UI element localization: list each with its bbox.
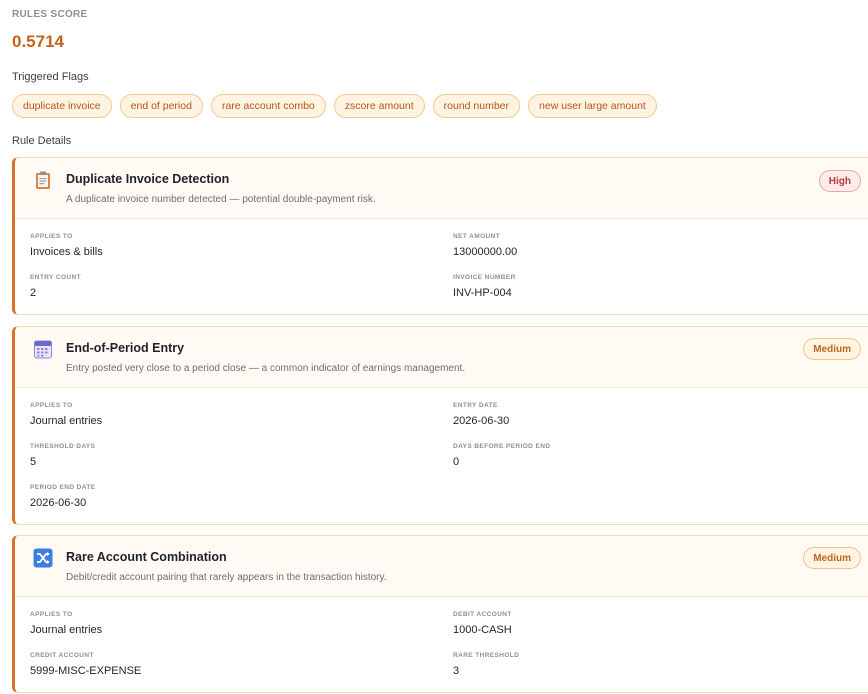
severity-badge: Medium (803, 547, 861, 569)
field-value: Journal entries (30, 415, 103, 427)
severity-badge: Medium (803, 338, 861, 360)
field-value: Invoices & bills (30, 246, 103, 258)
field-label: INVOICE NUMBER (453, 274, 516, 281)
field-label: DAYS BEFORE PERIOD END (453, 443, 551, 450)
field-rare-threshold: RARE THRESHOLD 3 (453, 652, 519, 677)
rule-card-duplicate-invoice: Duplicate Invoice Detection A duplicate … (12, 157, 868, 315)
rule-description: Debit/credit account pairing that rarely… (66, 572, 387, 583)
field-net-amount: NET AMOUNT 13000000.00 (453, 233, 517, 258)
field-label: APPLIES TO (30, 402, 73, 409)
rule-card-header: Duplicate Invoice Detection A duplicate … (15, 158, 868, 219)
field-label: NET AMOUNT (453, 233, 501, 240)
rule-description: Entry posted very close to a period clos… (66, 363, 466, 374)
triggered-flags-list: duplicate invoice end of period rare acc… (12, 94, 657, 118)
rule-title: Rare Account Combination (66, 550, 227, 564)
field-label: APPLIES TO (30, 611, 73, 618)
field-value: 3 (453, 665, 460, 677)
field-label: RARE THRESHOLD (453, 652, 520, 659)
field-debit-account: DEBIT ACCOUNT 1000-CASH (453, 611, 512, 636)
field-label: APPLIES TO (30, 233, 73, 240)
flag-chip-round-number[interactable]: round number (432, 94, 521, 118)
field-label: ENTRY COUNT (30, 274, 81, 281)
field-value: 2026-06-30 (453, 415, 510, 427)
field-applies-to: APPLIES TO Journal entries (30, 402, 102, 427)
severity-badge: High (818, 170, 861, 192)
field-label: THRESHOLD DAYS (30, 443, 96, 450)
field-applies-to: APPLIES TO Invoices & bills (30, 233, 103, 258)
triggered-flags-label: Triggered Flags (12, 71, 89, 83)
field-value: 2 (30, 287, 37, 299)
field-value: 0 (453, 456, 460, 468)
field-period-end-date: PERIOD END DATE 2026-06-30 (30, 484, 95, 509)
field-value: 13000000.00 (453, 246, 518, 258)
clipboard-icon (33, 170, 53, 190)
rule-card-header: End-of-Period Entry Entry posted very cl… (15, 327, 868, 388)
field-entry-count: ENTRY COUNT 2 (30, 274, 81, 299)
rule-description: A duplicate invoice number detected — po… (66, 194, 376, 205)
field-value: 5999-MISC-EXPENSE (30, 665, 142, 677)
field-value: INV-HP-004 (453, 287, 512, 299)
calendar-icon (33, 339, 53, 359)
rule-title: Duplicate Invoice Detection (66, 172, 230, 186)
field-threshold-days: THRESHOLD DAYS 5 (30, 443, 95, 468)
field-value: 2026-06-30 (30, 497, 87, 509)
flag-chip-end-of-period[interactable]: end of period (119, 94, 203, 118)
field-credit-account: CREDIT ACCOUNT 5999-MISC-EXPENSE (30, 652, 141, 677)
shuffle-icon (33, 548, 53, 568)
flag-chip-zscore-amount[interactable]: zscore amount (333, 94, 425, 118)
rule-title: End-of-Period Entry (66, 341, 185, 355)
flag-chip-new-user-large-amount[interactable]: new user large amount (528, 94, 657, 118)
field-invoice-number: INVOICE NUMBER INV-HP-004 (453, 274, 516, 299)
field-label: PERIOD END DATE (30, 484, 96, 491)
field-days-before-period-end: DAYS BEFORE PERIOD END 0 (453, 443, 550, 468)
field-value: Journal entries (30, 624, 103, 636)
field-entry-date: ENTRY DATE 2026-06-30 (453, 402, 509, 427)
rule-details-label: Rule Details (12, 135, 72, 147)
rule-card-header: Rare Account Combination Debit/credit ac… (15, 536, 868, 597)
rule-card-end-of-period: End-of-Period Entry Entry posted very cl… (12, 326, 868, 525)
field-label: ENTRY DATE (453, 402, 498, 409)
rule-card-rare-account-combo: Rare Account Combination Debit/credit ac… (12, 535, 868, 693)
field-applies-to: APPLIES TO Journal entries (30, 611, 102, 636)
field-value: 5 (30, 456, 37, 468)
field-label: DEBIT ACCOUNT (453, 611, 512, 618)
field-label: CREDIT ACCOUNT (30, 652, 94, 659)
rules-score-value: 0.5714 (12, 32, 64, 51)
flag-chip-rare-account-combo[interactable]: rare account combo (210, 94, 326, 118)
flag-chip-duplicate-invoice[interactable]: duplicate invoice (12, 94, 112, 118)
field-value: 1000-CASH (453, 624, 512, 636)
rules-score-label: RULES SCORE (12, 9, 88, 20)
